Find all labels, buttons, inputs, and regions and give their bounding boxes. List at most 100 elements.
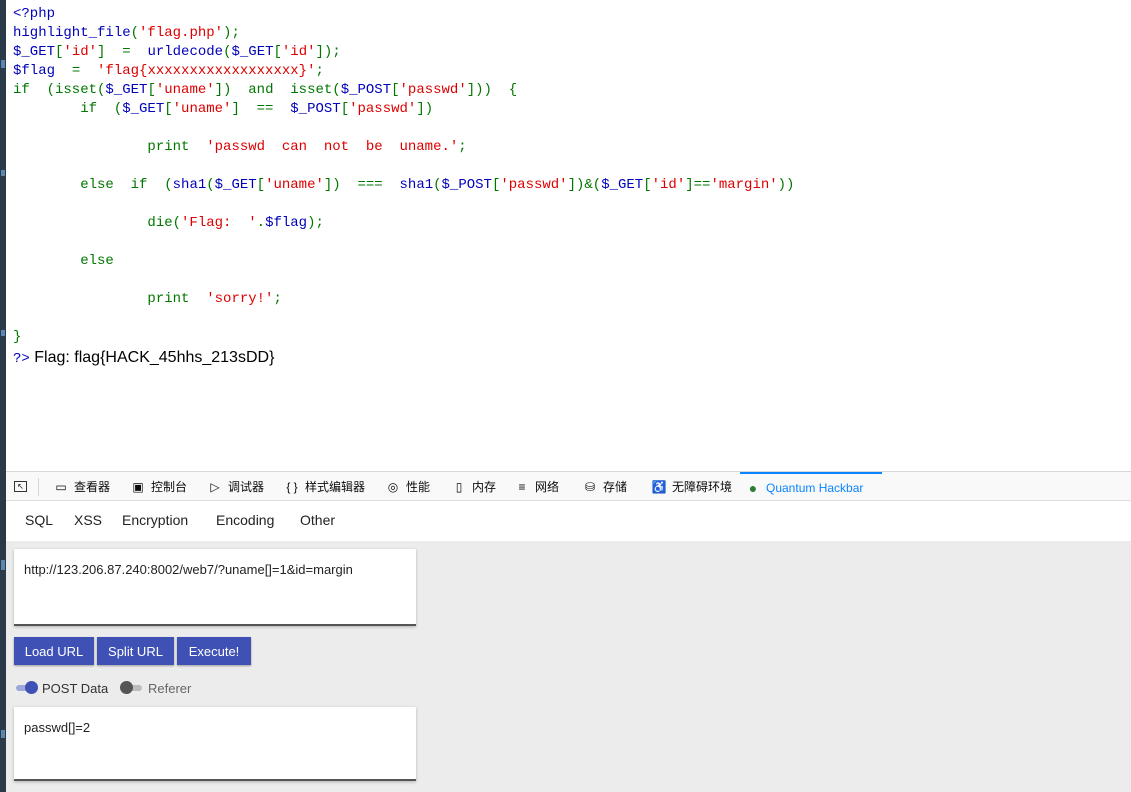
devtools-tab-label: 性能 [406, 480, 431, 494]
code-token: $_GET [231, 44, 274, 60]
devtools-tab[interactable]: ▣ 控制台 [125, 472, 195, 501]
devtools-toolbar: ↖ ▭ 查看器 ▣ 控制台 ▷ 调试器 { } 样式编辑器 ◎ 性能 ▯ 内存 ≡ 网络 ⛁ 存储 ♿ 无障碍环境… [6, 471, 1131, 501]
post-data-toggle[interactable]: POST Data [16, 680, 109, 696]
devtools-tab[interactable]: ▷ 调试器 [202, 472, 272, 501]
devtools-tab-label: 查看器 [74, 480, 111, 494]
performance-icon: ◎ [387, 479, 399, 494]
devtools-tab[interactable]: ⛁ 存储 [577, 472, 639, 501]
devtools-tab[interactable]: ♿ 无障碍环境 [646, 472, 732, 501]
code-token: ]) and isset( [214, 82, 341, 98]
split-url-button[interactable]: Split URL [97, 637, 174, 665]
code-line: print 'passwd can not be uname.'; [13, 138, 467, 157]
hackbar-menu-item[interactable]: Other [300, 512, 335, 528]
code-token: ] == [231, 101, 291, 117]
code-token: 'flag.php' [139, 25, 224, 41]
code-token: $flag [13, 63, 72, 79]
code-token: $_POST [290, 101, 341, 117]
code-token: $_GET [122, 101, 165, 117]
code-token: 'flag{xxxxxxxxxxxxxxxxxx}' [97, 63, 316, 79]
devtools-tab-label: 调试器 [228, 480, 265, 494]
load-url-button[interactable]: Load URL [14, 637, 94, 665]
code-line: } [13, 328, 21, 347]
code-token: ; [458, 139, 467, 155]
element-picker-button[interactable]: ↖ [14, 472, 33, 501]
devtools-tab-label: Quantum Hackbar [766, 480, 864, 495]
code-token: $_POST [441, 177, 492, 193]
hackbar-panel: http://123.206.87.240:8002/web7/?uname[]… [6, 541, 1131, 792]
code-token: ]); [315, 44, 341, 60]
code-token: 'passwd' [399, 82, 467, 98]
devtools-tab-label: 控制台 [151, 480, 188, 494]
code-token: 'passwd can not be uname.' [206, 139, 459, 155]
hackbar-menu-item[interactable]: Encryption [122, 512, 188, 528]
code-token: ( [206, 177, 215, 193]
code-token: 'id' [281, 44, 316, 60]
code-token: ])) { [466, 82, 518, 98]
devtools-tab[interactable]: { } 样式编辑器 [279, 472, 373, 501]
code-token: highlight_file [13, 25, 131, 41]
code-line: print 'sorry!'; [13, 290, 282, 309]
code-token: 'sorry!' [206, 291, 274, 307]
referer-toggle[interactable]: Referer [120, 681, 191, 696]
execute-button[interactable]: Execute! [177, 637, 251, 665]
devtools-tab[interactable]: ▯ 内存 [446, 472, 502, 501]
code-token: if (isset( [13, 82, 106, 98]
post-data-textarea[interactable]: passwd[]=2 [14, 707, 416, 781]
code-token: $_GET [105, 82, 148, 98]
url-textarea[interactable]: http://123.206.87.240:8002/web7/?uname[]… [14, 549, 416, 626]
code-token: ( [130, 25, 140, 41]
code-token: } [13, 329, 22, 345]
devtools-tab-label: 网络 [535, 480, 560, 494]
code-token: 'id' [651, 177, 686, 193]
code-token: else if ( [13, 177, 173, 193]
devtools-tab-label: 存储 [603, 480, 628, 494]
devtools-tab[interactable]: ▭ 查看器 [48, 472, 118, 501]
devtools-tab[interactable]: ● Quantum Hackbar [740, 472, 882, 501]
code-token: print [13, 291, 207, 307]
code-token: 'uname' [172, 101, 232, 117]
code-token: sha1 [172, 177, 207, 193]
code-token: [ [340, 101, 350, 117]
code-token: ); [307, 215, 324, 231]
code-token: <?php [13, 6, 56, 22]
code-token: die( [13, 215, 182, 231]
code-line: highlight_file('flag.php'); [13, 24, 240, 43]
hackbar-icon: ● [748, 479, 758, 496]
style-editor-icon: { } [286, 479, 298, 494]
code-token: $_GET [214, 177, 257, 193]
code-token: 'Flag: ' [181, 215, 257, 231]
debugger-icon: ▷ [210, 479, 220, 494]
code-line: $_GET['id'] = urldecode($_GET['id']); [13, 43, 341, 62]
code-token: ]) [416, 101, 434, 117]
hackbar-menu-item[interactable]: SQL [25, 512, 53, 528]
code-token: $flag [265, 215, 308, 231]
code-token: ( [433, 177, 442, 193]
code-token: [ [147, 82, 156, 98]
code-token: [ [164, 101, 173, 117]
code-token: = [71, 63, 98, 79]
devtools-tab-label: 样式编辑器 [305, 480, 366, 494]
code-token: ; [315, 63, 324, 79]
hackbar-menu-item[interactable]: XSS [74, 512, 102, 528]
code-line: else if (sha1($_GET['uname']) === sha1($… [13, 176, 794, 195]
code-token: 'margin' [710, 177, 778, 193]
code-token: ] = [97, 44, 148, 60]
code-token: ; [273, 291, 282, 307]
hackbar-menu: SQL XSS Encryption Encoding Other [6, 501, 1131, 541]
code-token: [ [273, 44, 282, 60]
code-token: ])&( [567, 177, 602, 193]
code-line: $flag = 'flag{xxxxxxxxxxxxxxxxxx}'; [13, 62, 324, 81]
code-token: 'uname' [155, 82, 215, 98]
post-data-label: POST Data [42, 680, 109, 696]
php-close-tag: ?> [13, 351, 30, 367]
devtools-tab[interactable]: ≡ 网络 [509, 472, 569, 501]
code-token: else [13, 253, 114, 269]
flag-output-line: ?> Flag: flag{HACK_45hhs_213sDD} [13, 348, 274, 368]
devtools-tab[interactable]: ◎ 性能 [380, 472, 438, 501]
code-token: [ [391, 82, 400, 98]
code-token: urldecode [147, 44, 224, 60]
code-token: 'passwd' [349, 101, 417, 117]
code-token: 'passwd' [500, 177, 568, 193]
hackbar-menu-item[interactable]: Encoding [216, 512, 274, 528]
code-token: ]) === [323, 177, 400, 193]
